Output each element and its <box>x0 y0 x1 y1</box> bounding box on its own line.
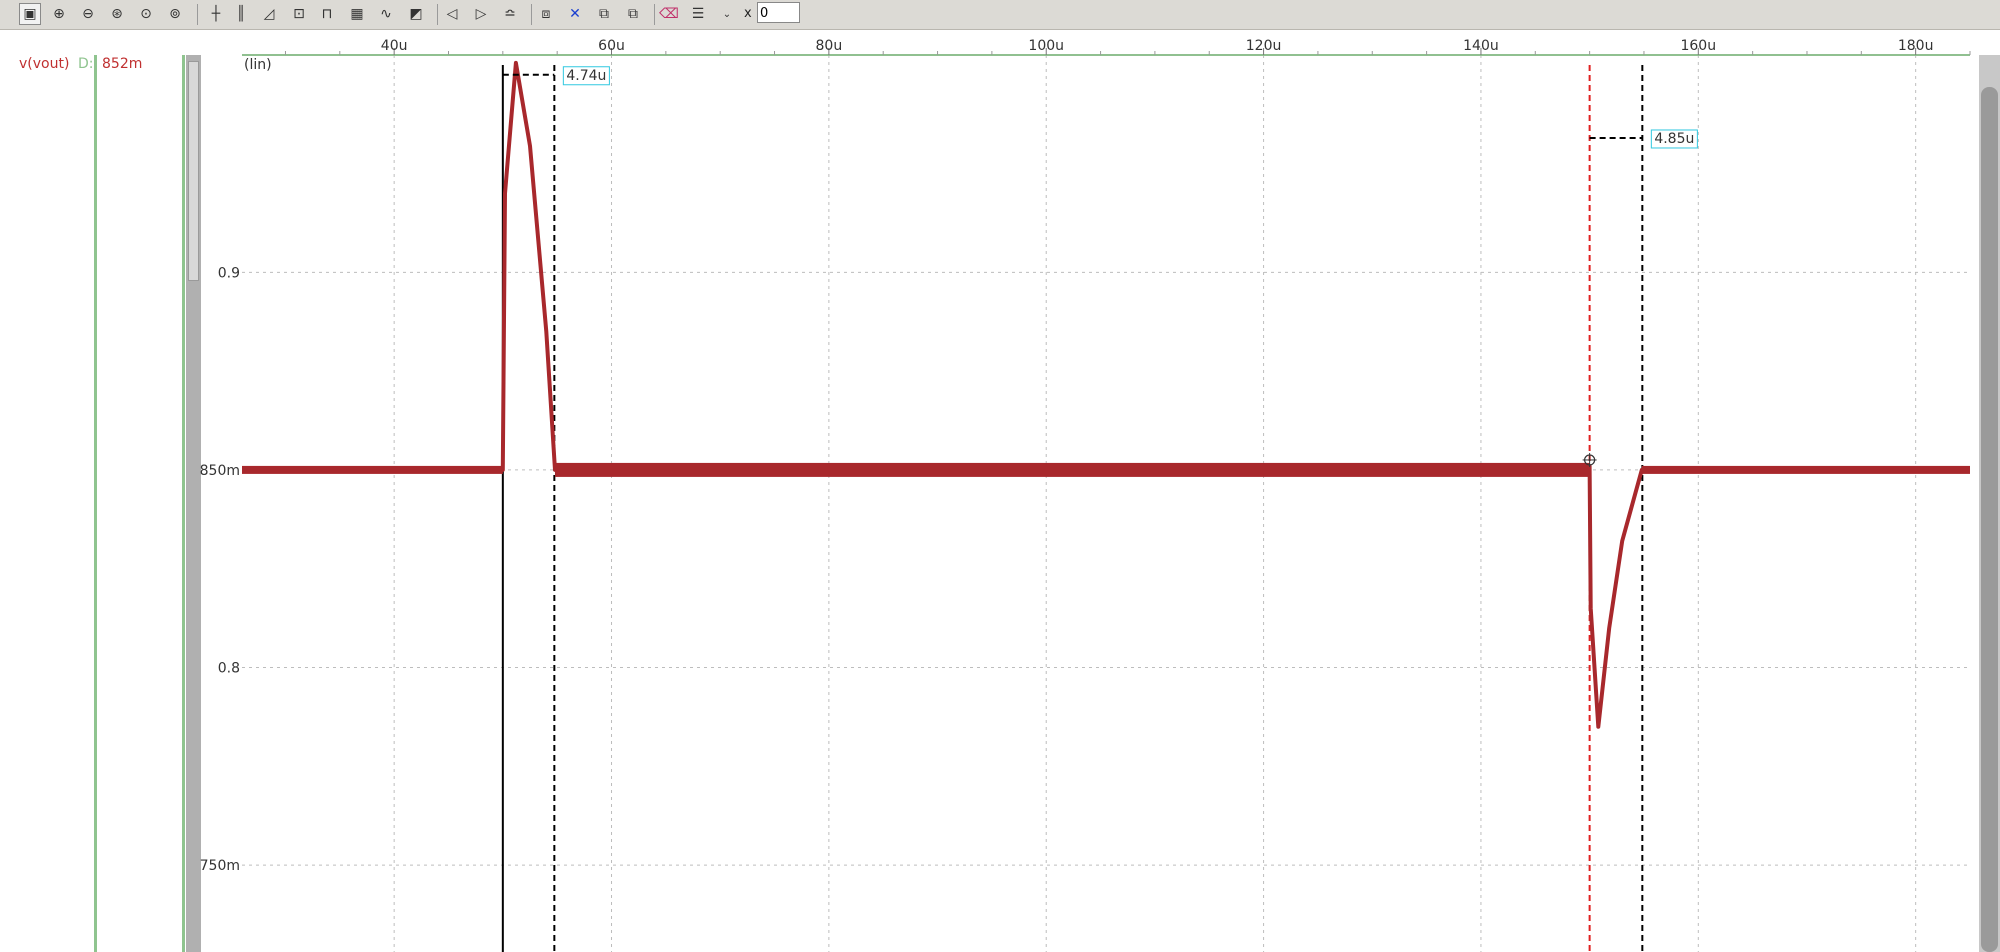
cursor-cross-icon[interactable]: ┼ <box>205 3 227 25</box>
link-icon[interactable]: ⧉ <box>593 3 615 25</box>
pulse-icon[interactable]: ⊓ <box>316 3 338 25</box>
plot-scrollbar[interactable] <box>1979 55 2000 952</box>
measurements: 4.74u 4.85u <box>502 66 1698 149</box>
cursor-bars-icon[interactable]: ║ <box>230 3 252 25</box>
waveform-chart[interactable]: 40u 60u 80u 100u 120u 140u 160u 180u 0.9 850m 0.8 7… <box>0 29 1979 952</box>
zoom-y-icon[interactable]: ⊙ <box>135 3 157 25</box>
series <box>242 60 1970 729</box>
fft-icon[interactable]: ≏ <box>499 3 521 25</box>
x-tick-label: 80u <box>816 38 843 54</box>
x-tick-label: 60u <box>598 38 625 54</box>
y-tick-label: 850m <box>200 463 240 479</box>
prev-icon[interactable]: ◁ <box>441 3 463 25</box>
grid <box>242 55 1970 952</box>
scrollbar-thumb[interactable] <box>1981 87 1998 952</box>
series-line <box>242 60 1970 729</box>
series-band <box>1641 465 1970 474</box>
x-tick-label: 160u <box>1680 38 1716 54</box>
scroll-left-icon[interactable]: ‹ <box>0 3 4 25</box>
next-icon[interactable]: ▷ <box>470 3 492 25</box>
y-tick-label: 0.8 <box>218 660 240 676</box>
delete-icon[interactable]: ✕ <box>564 3 586 25</box>
x-tick-label: 100u <box>1028 38 1064 54</box>
chart-props-icon[interactable]: ◩ <box>405 3 427 25</box>
x-tick-label: 120u <box>1246 38 1282 54</box>
measurement-label: 4.85u <box>1654 131 1694 147</box>
zoom-x-icon[interactable]: ⊛ <box>106 3 128 25</box>
y-tick-label: 750m <box>200 858 240 874</box>
series-band <box>242 465 503 474</box>
zoom-fit-icon[interactable]: ▣ <box>19 3 41 25</box>
settings-icon[interactable]: ☰ <box>687 3 709 25</box>
x-value-input[interactable]: 0 <box>757 2 800 23</box>
zoom-out-icon[interactable]: ⊖ <box>77 3 99 25</box>
zoom-full-icon[interactable]: ⊚ <box>164 3 186 25</box>
unlink-icon[interactable]: ⧉ <box>622 3 644 25</box>
frame-icon[interactable]: ⧈ <box>535 3 557 25</box>
x-value-label: x <box>744 6 752 21</box>
annotate-icon[interactable]: ⊡ <box>288 3 310 25</box>
series-band <box>554 462 1590 477</box>
scale-label: (lin) <box>244 57 272 73</box>
zoom-in-icon[interactable]: ⊕ <box>48 3 70 25</box>
x-tick-label: 140u <box>1463 38 1499 54</box>
x-tick-label: 40u <box>381 38 408 54</box>
axes: 40u 60u 80u 100u 120u 140u 160u 180u 0.9 850m 0.8 7… <box>200 38 1971 874</box>
eraser-icon[interactable]: ⌫ <box>658 3 680 25</box>
measurement-label: 4.74u <box>566 68 606 84</box>
wave-icon[interactable]: ∿ <box>375 3 397 25</box>
y-tick-label: 0.9 <box>218 265 240 281</box>
dropdown-icon[interactable]: ⌄ <box>716 3 738 25</box>
grid-icon[interactable]: ▦ <box>346 3 368 25</box>
x-tick-label: 180u <box>1898 38 1934 54</box>
cursors <box>501 65 1644 952</box>
measure-icon[interactable]: ◿ <box>258 3 280 25</box>
toolbar: ‹ ▣ ⊕ ⊖ ⊛ ⊙ ⊚ ┼ ║ ◿ ⊡ ⊓ ▦ ∿ ◩ ◁ ▷ ≏ ⧈ ✕ … <box>0 0 2000 30</box>
